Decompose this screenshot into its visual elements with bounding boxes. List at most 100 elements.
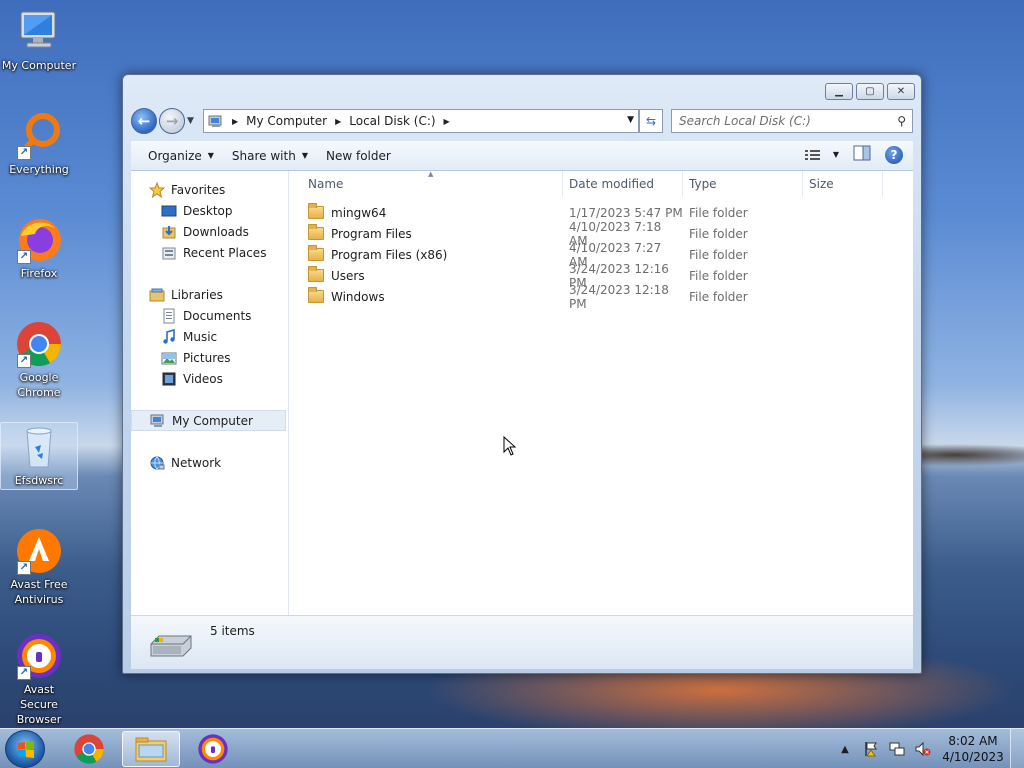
explorer-window: ▁ ▢ ✕ ← → ▼ ▶ My Computer ▶ Local Disk (… bbox=[122, 74, 922, 674]
taskbar-avast-browser-button[interactable] bbox=[184, 731, 242, 767]
desktop-icon-label: Firefox bbox=[20, 267, 58, 280]
nav-network-label: Network bbox=[171, 455, 222, 470]
toolbar-right-group: ▼ ? bbox=[804, 145, 903, 164]
nav-item-recent-places[interactable]: Recent Places bbox=[131, 242, 288, 263]
column-header-name[interactable]: ▲ Name bbox=[290, 169, 563, 197]
volume-muted-icon[interactable] bbox=[915, 741, 931, 757]
star-icon bbox=[148, 181, 166, 198]
desktop-icon-avast-secure-browser[interactable]: ↗ Avast Secure Browser bbox=[0, 632, 78, 727]
column-header-label: Type bbox=[689, 176, 717, 191]
nav-my-computer[interactable]: My Computer bbox=[131, 410, 286, 431]
desktop-icon-label: Avast Free Antivirus bbox=[10, 578, 68, 606]
organize-button[interactable]: Organize ▼ bbox=[148, 149, 214, 163]
show-desktop-button[interactable] bbox=[1010, 729, 1024, 768]
new-folder-button[interactable]: New folder bbox=[326, 149, 391, 163]
nav-item-downloads[interactable]: Downloads bbox=[131, 221, 288, 242]
breadcrumb-local-disk[interactable]: Local Disk (C:) bbox=[349, 114, 435, 128]
desktop-icon-label: Avast Secure Browser bbox=[16, 683, 62, 726]
nav-favorites[interactable]: Favorites bbox=[131, 179, 288, 200]
file-type: File folder bbox=[689, 226, 748, 241]
file-name: Program Files bbox=[331, 226, 412, 241]
desktop-icon-label: My Computer bbox=[1, 59, 77, 72]
nav-item-desktop[interactable]: Desktop bbox=[131, 200, 288, 221]
computer-icon bbox=[150, 413, 166, 429]
breadcrumb-separator[interactable]: ▶ bbox=[444, 117, 450, 126]
desktop-icon-avast-free-antivirus[interactable]: ↗ Avast Free Antivirus bbox=[0, 527, 78, 607]
network-status-icon[interactable] bbox=[889, 741, 905, 757]
column-header-size[interactable]: Size bbox=[803, 170, 883, 197]
share-with-button[interactable]: Share with ▼ bbox=[232, 149, 308, 163]
clock-date: 4/10/2023 bbox=[942, 750, 1004, 764]
chevron-down-icon[interactable]: ▼ bbox=[833, 150, 839, 159]
search-input[interactable]: Search Local Disk (C:) ⚲ bbox=[671, 109, 913, 133]
show-hidden-icons-button[interactable]: ▲ bbox=[837, 741, 853, 757]
taskbar-explorer-button[interactable] bbox=[122, 731, 180, 767]
file-name: Program Files (x86) bbox=[331, 247, 448, 262]
help-button[interactable]: ? bbox=[885, 145, 903, 164]
preview-pane-button[interactable] bbox=[853, 145, 871, 164]
column-header-type[interactable]: Type bbox=[683, 170, 803, 197]
navigation-pane: Favorites Desktop Downloads Recent Place… bbox=[131, 171, 289, 615]
folder-icon bbox=[308, 287, 324, 303]
clock-time: 8:02 AM bbox=[948, 734, 998, 748]
desktop-icon-google-chrome[interactable]: ↗ Google Chrome bbox=[0, 320, 78, 400]
share-with-label: Share with bbox=[231, 148, 296, 163]
taskbar: ▲ 8:02 AM 4/10/2023 bbox=[0, 728, 1024, 768]
maximize-button[interactable]: ▢ bbox=[856, 83, 884, 100]
desktop-icon-firefox[interactable]: ↗ Firefox bbox=[0, 216, 78, 281]
nav-item-documents[interactable]: Documents bbox=[131, 305, 288, 326]
forward-button[interactable]: → bbox=[159, 108, 185, 134]
view-list-icon bbox=[804, 149, 820, 160]
nav-item-music[interactable]: Music bbox=[131, 326, 288, 347]
pictures-icon bbox=[161, 350, 177, 366]
recent-pages-dropdown[interactable]: ▼ bbox=[187, 116, 197, 126]
preview-pane-icon bbox=[853, 145, 871, 161]
hard-drive-icon bbox=[149, 634, 193, 658]
change-view-button[interactable]: ▼ bbox=[804, 149, 839, 161]
folder-icon bbox=[308, 266, 324, 282]
back-button[interactable]: ← bbox=[131, 108, 157, 134]
nav-network[interactable]: Network bbox=[131, 452, 288, 473]
libraries-icon bbox=[149, 287, 165, 303]
nav-item-videos[interactable]: Videos bbox=[131, 368, 288, 389]
nav-libraries[interactable]: Libraries bbox=[131, 284, 288, 305]
taskbar-clock[interactable]: 8:02 AM 4/10/2023 bbox=[936, 733, 1010, 765]
breadcrumb-my-computer[interactable]: My Computer bbox=[246, 114, 327, 128]
file-row[interactable]: Windows 3/24/2023 12:18 PM File folder bbox=[290, 283, 913, 311]
breadcrumb-separator[interactable]: ▶ bbox=[335, 117, 341, 126]
nav-item-pictures[interactable]: Pictures bbox=[131, 347, 288, 368]
nav-libraries-label: Libraries bbox=[171, 287, 223, 302]
column-header-date-modified[interactable]: Date modified bbox=[563, 170, 683, 197]
address-dropdown-arrow[interactable]: ▼ bbox=[627, 115, 634, 125]
system-tray: ▲ 8:02 AM 4/10/2023 bbox=[832, 729, 1024, 768]
close-button[interactable]: ✕ bbox=[887, 83, 915, 100]
action-center-flag-icon[interactable] bbox=[863, 741, 879, 757]
computer-location-icon bbox=[208, 113, 224, 129]
desktop-icon-my-computer[interactable]: My Computer bbox=[0, 8, 78, 73]
item-count: 5 items bbox=[210, 624, 255, 638]
file-type: File folder bbox=[689, 268, 748, 283]
desktop-icon-label: Everything bbox=[9, 163, 69, 176]
start-button[interactable] bbox=[5, 730, 45, 768]
videos-icon bbox=[161, 371, 177, 387]
chrome-icon: ↗ bbox=[15, 320, 63, 368]
navigation-bar: ← → ▼ ▶ My Computer ▶ Local Disk (C:) ▶ … bbox=[131, 107, 913, 135]
shortcut-arrow-icon: ↗ bbox=[17, 146, 31, 160]
sort-ascending-icon: ▲ bbox=[428, 169, 434, 178]
breadcrumb-separator[interactable]: ▶ bbox=[232, 117, 238, 126]
desktop-icon-label: Google Chrome bbox=[17, 371, 61, 399]
column-header-label: Date modified bbox=[569, 176, 655, 191]
taskbar-chrome-button[interactable] bbox=[60, 731, 118, 767]
file-type: File folder bbox=[689, 205, 748, 220]
column-header-row: ▲ Name Date modified Type Size bbox=[290, 169, 913, 197]
search-icon[interactable]: ⚲ bbox=[897, 114, 906, 128]
address-bar[interactable]: ▶ My Computer ▶ Local Disk (C:) ▶ ▼ bbox=[203, 109, 639, 133]
desktop-icon-everything[interactable]: ↗ Everything bbox=[0, 112, 78, 177]
refresh-button[interactable]: ⇆ bbox=[639, 109, 663, 133]
desktop-icon-recycle-bin[interactable]: Efsdwsrc bbox=[0, 422, 78, 490]
nav-item-label: Desktop bbox=[183, 203, 233, 218]
window-caption-buttons: ▁ ▢ ✕ bbox=[825, 83, 915, 100]
content-area: Favorites Desktop Downloads Recent Place… bbox=[131, 169, 913, 615]
recycle-bin-icon bbox=[15, 423, 63, 471]
minimize-button[interactable]: ▁ bbox=[825, 83, 853, 100]
